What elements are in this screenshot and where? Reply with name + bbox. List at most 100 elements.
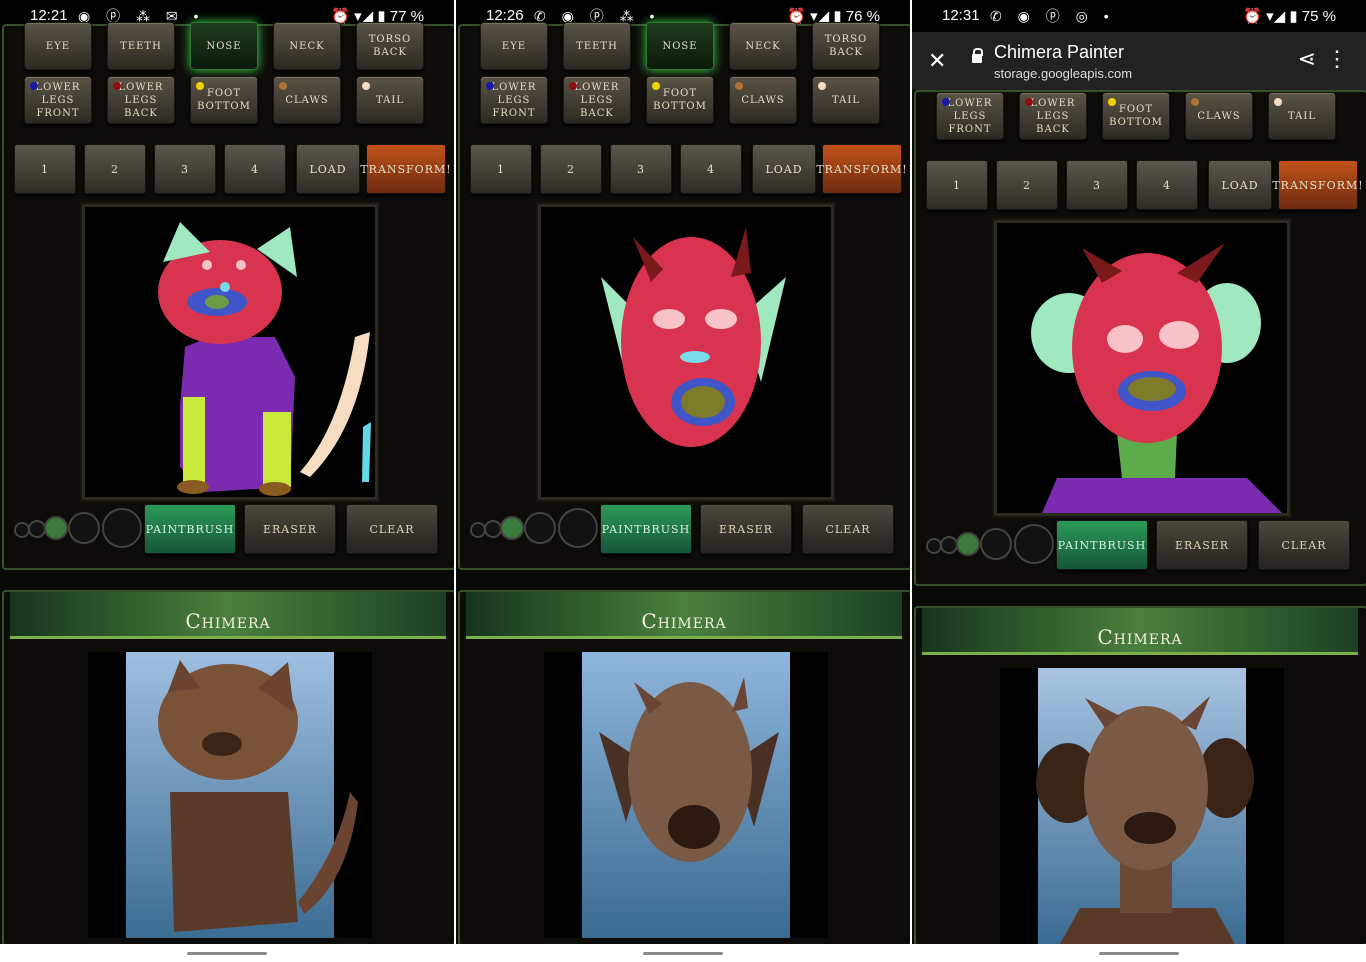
generated-creature-render: [126, 652, 358, 938]
eye-region: [236, 260, 246, 270]
part-label: Tail: [376, 94, 404, 106]
slot-1-button[interactable]: 1: [470, 144, 532, 194]
tool-bar: Paintbrush Eraser Clear: [466, 504, 906, 560]
slot-2-button[interactable]: 2: [540, 144, 602, 194]
part-label: Tail: [832, 94, 860, 106]
gesture-bar: [0, 944, 454, 962]
brush-size-m[interactable]: [500, 516, 524, 540]
paintbrush-button[interactable]: Paintbrush: [600, 504, 692, 554]
slot-2-button[interactable]: 2: [84, 144, 146, 194]
part-torso-back-button[interactable]: Torso Back: [356, 22, 424, 70]
brush-size-xl[interactable]: [1014, 524, 1054, 564]
part-claws-button[interactable]: Claws: [729, 76, 797, 124]
eye-region: [653, 309, 685, 329]
creature-mouth: [202, 732, 242, 756]
clear-button[interactable]: Clear: [1258, 520, 1350, 570]
eraser-button[interactable]: Eraser: [244, 504, 336, 554]
load-button[interactable]: Load: [1208, 160, 1272, 210]
share-icon[interactable]: ⋖: [1298, 46, 1316, 72]
part-tail-button[interactable]: Tail: [1268, 92, 1336, 140]
slot-2-button[interactable]: 2: [996, 160, 1058, 210]
color-dot: [279, 82, 287, 90]
part-foot-bottom-button[interactable]: Foot Bottom: [1102, 92, 1170, 140]
part-foot-bottom-button[interactable]: Foot Bottom: [646, 76, 714, 124]
paint-canvas[interactable]: [994, 220, 1290, 516]
eye-region: [1159, 321, 1199, 349]
color-dot: [942, 98, 950, 106]
transform-button[interactable]: Transform!: [816, 144, 907, 194]
segmentation-drawing: [158, 222, 371, 496]
part-lower-legs-back-button[interactable]: Lower Legs Back: [563, 76, 631, 124]
brush-size-xl[interactable]: [558, 508, 598, 548]
transform-button[interactable]: Transform!: [1272, 160, 1363, 210]
slot-3-button[interactable]: 3: [1066, 160, 1128, 210]
part-lower-legs-back-button[interactable]: Lower Legs Back: [107, 76, 175, 124]
part-nose-button[interactable]: Nose: [646, 22, 714, 70]
part-label: Claws: [1197, 110, 1241, 122]
tool-label: Eraser: [718, 522, 774, 536]
close-icon[interactable]: ✕: [928, 48, 946, 74]
brush-size-xl[interactable]: [102, 508, 142, 548]
clear-button[interactable]: Clear: [802, 504, 894, 554]
part-neck-button[interactable]: Neck: [729, 22, 797, 70]
part-label: Teeth: [576, 40, 618, 52]
part-label: Eye: [45, 40, 71, 52]
part-teeth-button[interactable]: Teeth: [563, 22, 631, 70]
chimera-result-image: [88, 652, 372, 938]
slot-4-button[interactable]: 4: [224, 144, 286, 194]
nose-region: [680, 351, 710, 363]
part-torso-back-button[interactable]: Torso Back: [812, 22, 880, 70]
slot-3-button[interactable]: 3: [154, 144, 216, 194]
segmentation-drawing: [601, 227, 786, 447]
load-label: Load: [765, 162, 803, 176]
brush-size-m[interactable]: [44, 516, 68, 540]
paintbrush-button[interactable]: Paintbrush: [144, 504, 236, 554]
part-nose-button[interactable]: Nose: [190, 22, 258, 70]
paint-canvas[interactable]: [82, 204, 378, 500]
home-indicator[interactable]: [1099, 952, 1179, 955]
lock-icon: [972, 48, 983, 63]
more-options-icon[interactable]: ⋮: [1326, 46, 1348, 72]
load-button[interactable]: Load: [296, 144, 360, 194]
paint-canvas[interactable]: [538, 204, 834, 500]
part-label: Torso Back: [824, 34, 868, 58]
part-claws-button[interactable]: Claws: [273, 76, 341, 124]
part-neck-button[interactable]: Neck: [273, 22, 341, 70]
slot-label: 1: [41, 162, 49, 176]
brush-size-l[interactable]: [524, 512, 556, 544]
eraser-button[interactable]: Eraser: [700, 504, 792, 554]
gesture-bar: [912, 944, 1366, 962]
eye-region: [202, 260, 212, 270]
part-eye-button[interactable]: Eye: [480, 22, 548, 70]
part-lower-legs-front-button[interactable]: Lower Legs Front: [24, 76, 92, 124]
part-eye-button[interactable]: Eye: [24, 22, 92, 70]
part-tail-button[interactable]: Tail: [356, 76, 424, 124]
paintbrush-button[interactable]: Paintbrush: [1056, 520, 1148, 570]
tool-label: Clear: [369, 522, 415, 536]
part-label: Eye: [501, 40, 527, 52]
transform-button[interactable]: Transform!: [360, 144, 451, 194]
slot-3-button[interactable]: 3: [610, 144, 672, 194]
part-lower-legs-front-button[interactable]: Lower Legs Front: [936, 92, 1004, 140]
clear-button[interactable]: Clear: [346, 504, 438, 554]
part-teeth-button[interactable]: Teeth: [107, 22, 175, 70]
eraser-button[interactable]: Eraser: [1156, 520, 1248, 570]
part-lower-legs-front-button[interactable]: Lower Legs Front: [480, 76, 548, 124]
color-dot: [362, 82, 370, 90]
home-indicator[interactable]: [643, 952, 723, 955]
slot-4-button[interactable]: 4: [1136, 160, 1198, 210]
home-indicator[interactable]: [187, 952, 267, 955]
brush-size-l[interactable]: [68, 512, 100, 544]
part-tail-button[interactable]: Tail: [812, 76, 880, 124]
slot-4-button[interactable]: 4: [680, 144, 742, 194]
tool-label: Paintbrush: [1057, 538, 1147, 552]
brush-size-l[interactable]: [980, 528, 1012, 560]
part-lower-legs-back-button[interactable]: Lower Legs Back: [1019, 92, 1087, 140]
status-bar: 12:31 ✆ ◉ ⓟ ◎ • ⏰ ▾◢ ▮ 75 %: [912, 0, 1366, 32]
part-foot-bottom-button[interactable]: Foot Bottom: [190, 76, 258, 124]
slot-1-button[interactable]: 1: [926, 160, 988, 210]
slot-1-button[interactable]: 1: [14, 144, 76, 194]
load-button[interactable]: Load: [752, 144, 816, 194]
brush-size-m[interactable]: [956, 532, 980, 556]
part-claws-button[interactable]: Claws: [1185, 92, 1253, 140]
